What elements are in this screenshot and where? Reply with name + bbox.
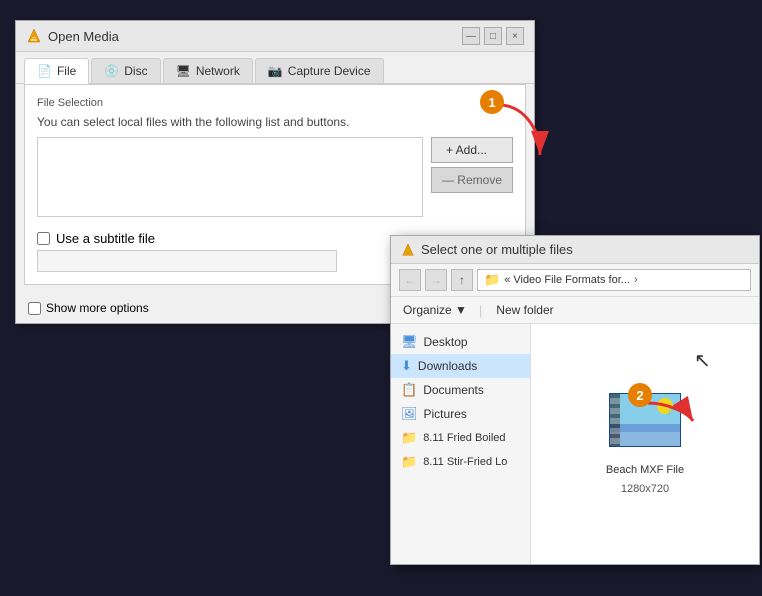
nav-up-button[interactable]: ↑ <box>451 269 473 291</box>
annotation-badge-1: 1 <box>480 90 504 114</box>
tabs-row: 📄 File 💿 Disc 🖥 Network 📷 Capture Device <box>16 52 534 84</box>
dialog-toolbar: Organize ▼ | New folder <box>391 297 759 324</box>
sidebar-item-folder1[interactable]: 📁 8.11 Fried Boiled <box>391 426 530 450</box>
new-folder-button[interactable]: New folder <box>490 301 559 319</box>
close-button[interactable]: × <box>506 27 524 45</box>
title-bar-left: Open Media <box>26 28 119 44</box>
sidebar-desktop-label: Desktop <box>424 335 468 349</box>
tab-file-label: File <box>57 64 76 78</box>
dialog-nav-bar: ← → ↑ 📁 « Video File Formats for... › <box>391 264 759 297</box>
sidebar-downloads-label: Downloads <box>418 359 477 373</box>
tab-capture[interactable]: 📷 Capture Device <box>255 58 384 83</box>
toolbar-separator: | <box>479 303 482 318</box>
dialog-title-text: Select one or multiple files <box>421 242 573 257</box>
nav-back-button[interactable]: ← <box>399 269 421 291</box>
dialog-sidebar: 🖥 Desktop ⬇ Downloads 📋 Documents 🖼 Pict… <box>391 324 531 564</box>
subtitle-checkbox[interactable] <box>37 232 50 245</box>
pictures-icon: 🖼 <box>401 406 418 422</box>
file-area-row: + Add... — Remove <box>37 137 513 217</box>
sidebar-folder1-label: 8.11 Fried Boiled <box>423 432 505 444</box>
capture-tab-icon: 📷 <box>268 64 283 78</box>
sidebar-item-desktop[interactable]: 🖥 Desktop <box>391 330 530 354</box>
network-tab-icon: 🖥 <box>176 64 191 78</box>
disc-tab-icon: 💿 <box>104 64 119 78</box>
subtitle-label: Use a subtitle file <box>56 231 155 246</box>
file-buttons: + Add... — Remove <box>431 137 513 217</box>
sidebar-item-pictures[interactable]: 🖼 Pictures <box>391 402 530 426</box>
vlc-icon <box>26 28 42 44</box>
path-text: « Video File Formats for... <box>504 274 630 286</box>
file-name: Beach MXF File <box>606 463 684 477</box>
tab-network[interactable]: 🖥 Network <box>163 58 253 83</box>
file-tab-icon: 📄 <box>37 64 52 78</box>
tab-network-label: Network <box>196 64 240 78</box>
tab-capture-label: Capture Device <box>288 64 371 78</box>
show-more-checkbox[interactable] <box>28 302 41 315</box>
show-more-options[interactable]: Show more options <box>28 301 149 315</box>
title-bar-controls: — □ × <box>462 27 524 45</box>
file-preview: ♪ Beach MXF File 1280x720 <box>606 393 684 495</box>
path-bar: 📁 « Video File Formats for... › <box>477 269 751 291</box>
sidebar-pictures-label: Pictures <box>424 407 467 421</box>
tab-disc[interactable]: 💿 Disc <box>91 58 160 83</box>
file-dialog: Select one or multiple files ← → ↑ 📁 « V… <box>390 235 760 565</box>
dialog-vlc-icon <box>401 243 415 257</box>
maximize-button[interactable]: □ <box>484 27 502 45</box>
organize-button[interactable]: Organize ▼ <box>399 301 471 319</box>
dialog-title-bar: Select one or multiple files <box>391 236 759 264</box>
file-list-box[interactable] <box>37 137 423 217</box>
documents-icon: 📋 <box>401 382 417 398</box>
window-title: Open Media <box>48 29 119 44</box>
dialog-content: 🖥 Desktop ⬇ Downloads 📋 Documents 🖼 Pict… <box>391 324 759 564</box>
show-more-label: Show more options <box>46 301 149 315</box>
file-selection-desc: You can select local files with the foll… <box>37 115 513 129</box>
sidebar-item-downloads[interactable]: ⬇ Downloads <box>391 354 530 378</box>
annotation-badge-2: 2 <box>628 383 652 407</box>
add-button[interactable]: + Add... <box>431 137 513 163</box>
file-meta: 1280x720 <box>621 483 669 495</box>
sidebar-folder2-label: 8.11 Stir-Fried Lo <box>423 456 507 468</box>
remove-button[interactable]: — Remove <box>431 167 513 193</box>
nav-forward-button[interactable]: → <box>425 269 447 291</box>
sidebar-item-folder2[interactable]: 📁 8.11 Stir-Fried Lo <box>391 450 530 474</box>
sidebar-item-documents[interactable]: 📋 Documents <box>391 378 530 402</box>
tab-file[interactable]: 📄 File <box>24 58 89 84</box>
tab-disc-label: Disc <box>124 64 147 78</box>
file-selection-label: File Selection <box>37 97 513 109</box>
desktop-icon: 🖥 <box>401 334 418 350</box>
thumb-music-note: ♪ <box>665 400 674 421</box>
title-bar: Open Media — □ × <box>16 21 534 52</box>
folder1-icon: 📁 <box>401 430 417 446</box>
folder2-icon: 📁 <box>401 454 417 470</box>
sidebar-documents-label: Documents <box>423 383 484 397</box>
minimize-button[interactable]: — <box>462 27 480 45</box>
path-chevron: › <box>634 274 638 286</box>
path-folder-icon: 📁 <box>484 272 500 288</box>
downloads-icon: ⬇ <box>401 358 412 374</box>
subtitle-input[interactable] <box>37 250 337 272</box>
dialog-main: ♪ Beach MXF File 1280x720 <box>531 324 759 564</box>
